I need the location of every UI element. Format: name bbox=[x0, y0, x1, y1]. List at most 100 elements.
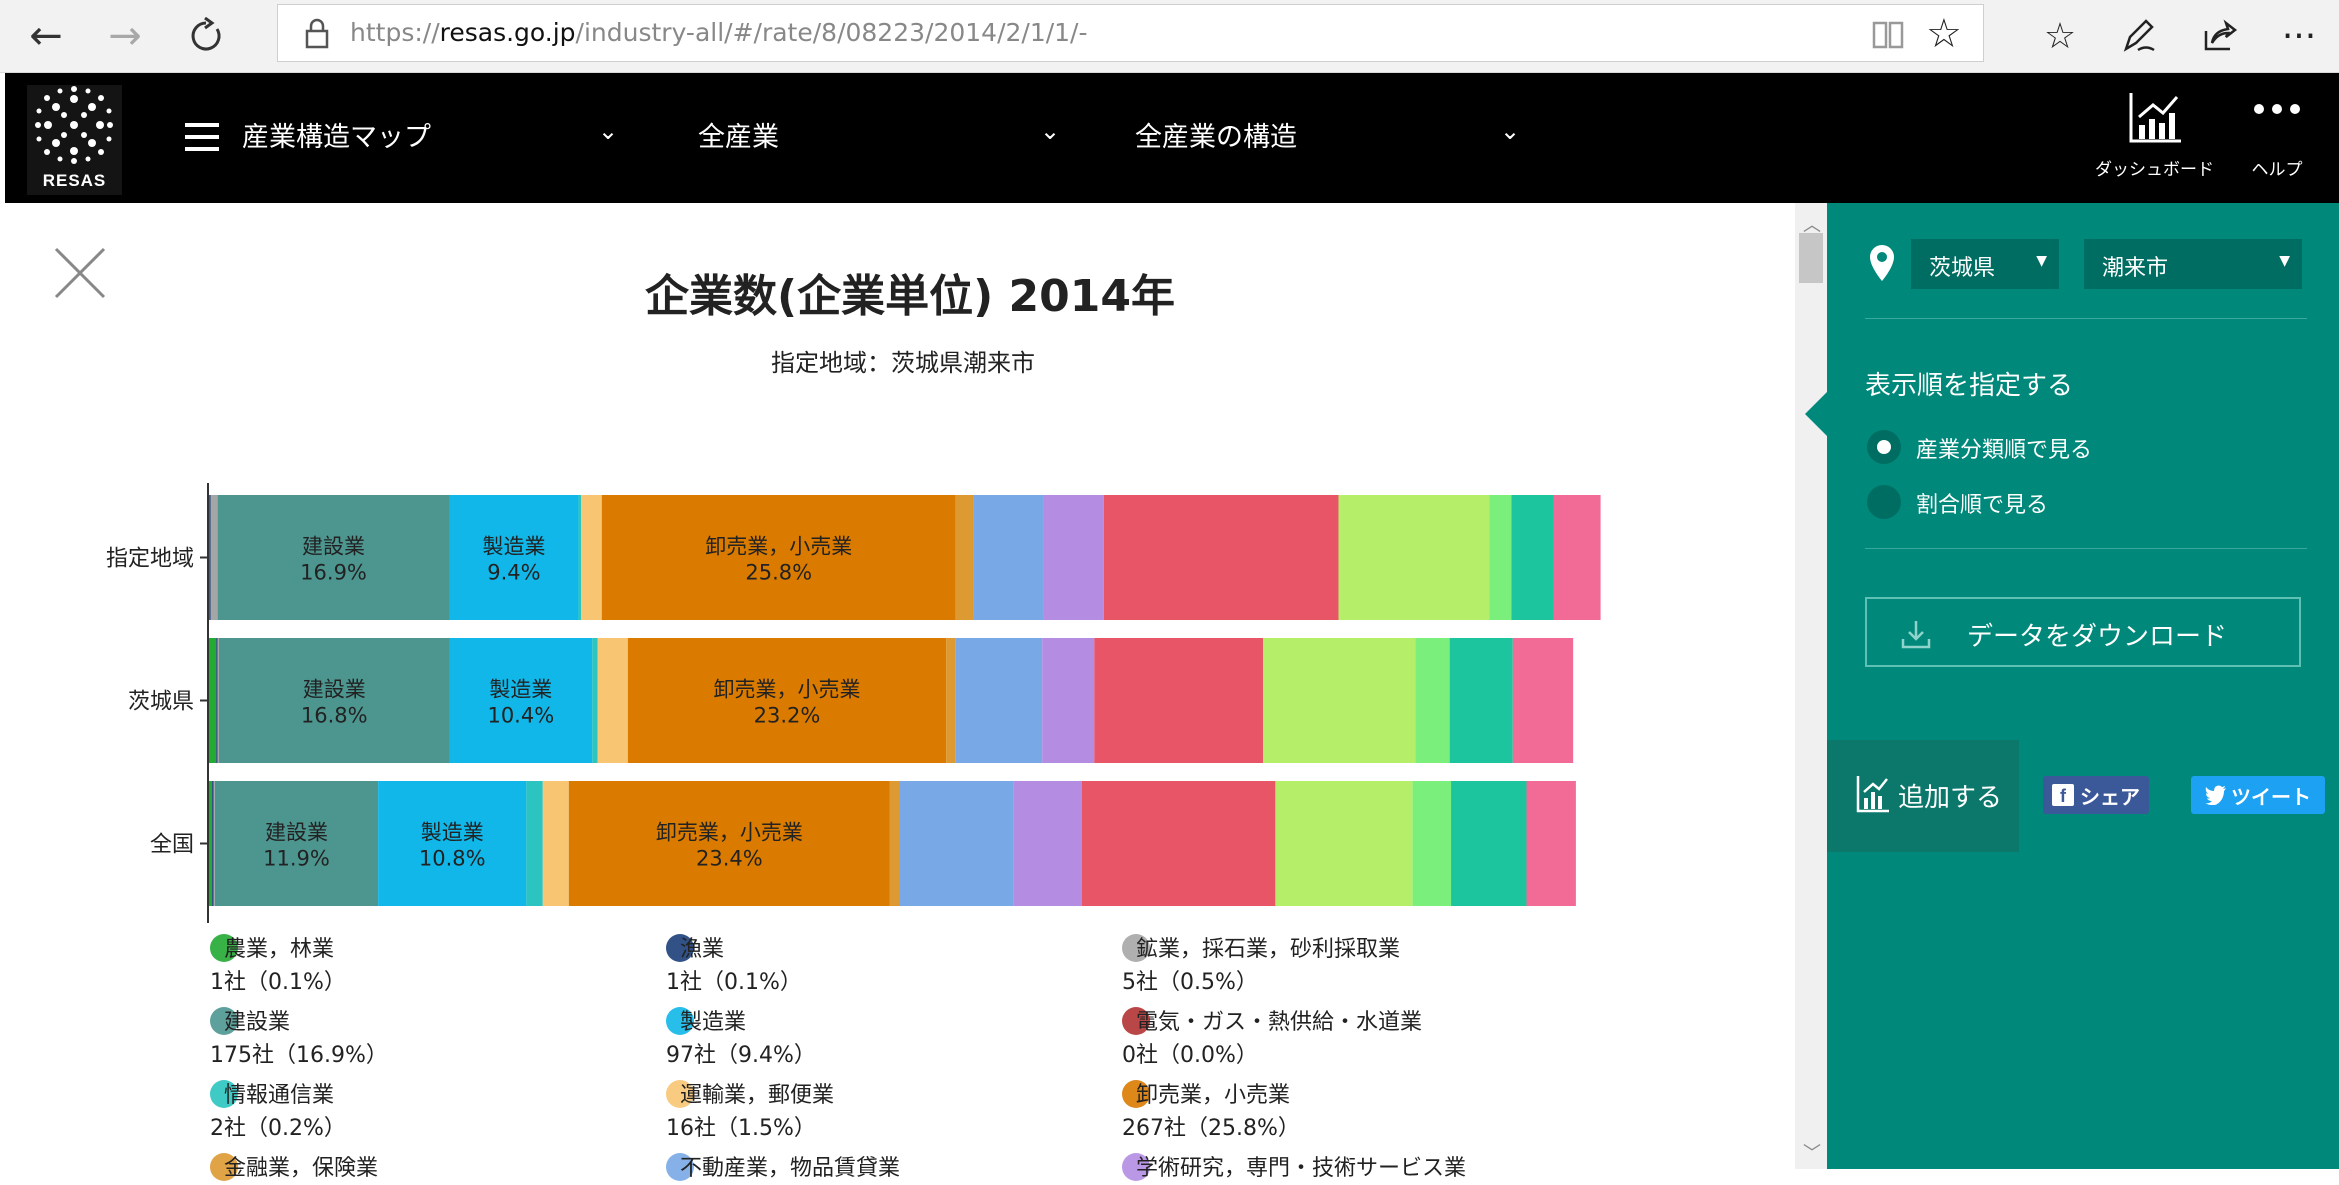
divider bbox=[1865, 548, 2307, 549]
more-icon[interactable]: ··· bbox=[2273, 10, 2325, 62]
download-button[interactable]: データをダウンロード bbox=[1865, 597, 2301, 667]
segment-value-label: 10.4% bbox=[487, 704, 554, 728]
legend-name: 卸売業，小売業 bbox=[1136, 1083, 1291, 1108]
industry-select[interactable]: 全産業 bbox=[698, 115, 779, 154]
dashboard-button[interactable]: ダッシュボード bbox=[2095, 89, 2214, 180]
prefecture-select[interactable]: 茨城県 ▼ bbox=[1911, 239, 2059, 289]
city-select[interactable]: 潮来市 ▼ bbox=[2084, 239, 2302, 289]
dashboard-label: ダッシュボード bbox=[2095, 160, 2214, 180]
panel-notch bbox=[1805, 392, 1827, 436]
refresh-icon[interactable] bbox=[178, 8, 234, 64]
segment-value-label: 16.8% bbox=[301, 704, 368, 728]
twitter-bird-icon bbox=[2205, 785, 2226, 805]
bar-segment bbox=[1013, 781, 1082, 906]
segment-name-label: 卸売業，小売業 bbox=[713, 678, 860, 702]
scroll-down-icon[interactable]: ﹀ bbox=[1803, 1139, 1821, 1165]
chevron-down-icon[interactable]: ⌄ bbox=[1500, 117, 1520, 145]
structure-select[interactable]: 全産業の構造 bbox=[1135, 115, 1297, 154]
bar-segment bbox=[1526, 781, 1576, 906]
segment-value-label: 10.8% bbox=[419, 847, 486, 871]
legend-item[interactable]: 建設業 175社（16.9%） bbox=[210, 1006, 388, 1072]
y-tick-label: 茨城県 bbox=[128, 690, 194, 715]
caret-down-icon: ▼ bbox=[2279, 253, 2290, 269]
logo-mark bbox=[35, 86, 113, 164]
resas-logo[interactable]: RESAS bbox=[27, 85, 122, 195]
facebook-share-button[interactable]: f シェア bbox=[2043, 776, 2149, 814]
legend-item[interactable]: 卸売業，小売業 267社（25.8%） bbox=[1122, 1079, 1300, 1145]
order-option-industry-label[interactable]: 産業分類順で見る bbox=[1916, 432, 2092, 464]
dashboard-add-icon bbox=[1856, 776, 1889, 813]
chart-subtitle: 指定地域：茨城県潮来市 bbox=[771, 349, 1035, 377]
dashboard-icon bbox=[2129, 93, 2181, 143]
bar-segment bbox=[1094, 638, 1264, 763]
order-radio-ratio[interactable] bbox=[1867, 485, 1901, 519]
legend-item[interactable]: 情報通信業 2社（0.2%） bbox=[210, 1079, 346, 1145]
legend-count: 1社（0.1%） bbox=[210, 970, 346, 995]
bar-segment bbox=[889, 781, 900, 906]
segment-name-label: 建設業 bbox=[265, 821, 328, 845]
main-content: 企業数(企業単位) 2014年 指定地域：茨城県潮来市 建設業 16.9% 製造業 9… bbox=[5, 203, 1795, 1181]
legend-name: 電気・ガス・熱供給・水道業 bbox=[1136, 1010, 1423, 1035]
legend-count: 5社（0.5%） bbox=[1122, 970, 1258, 995]
bar-segment bbox=[210, 495, 218, 620]
reading-view-icon[interactable] bbox=[1871, 17, 1905, 51]
download-label: データをダウンロード bbox=[1967, 622, 2228, 652]
y-tick-label: 指定地域 bbox=[106, 547, 194, 572]
legend-count: 267社（25.8%） bbox=[1122, 1116, 1300, 1141]
segment-name-label: 卸売業，小売業 bbox=[656, 821, 803, 845]
bar-segment bbox=[973, 495, 1044, 620]
forward-icon[interactable]: → bbox=[97, 8, 153, 64]
hamburger-menu-icon[interactable] bbox=[185, 123, 219, 153]
pen-icon[interactable] bbox=[2113, 10, 2165, 62]
chevron-down-icon[interactable]: ⌄ bbox=[1040, 117, 1060, 145]
legend-count: 1社（0.1%） bbox=[666, 970, 802, 995]
segment-name-label: 製造業 bbox=[489, 678, 552, 702]
address-bar[interactable]: https://resas.go.jp/industry-all/#/rate/… bbox=[277, 4, 1984, 62]
bar-segment bbox=[955, 638, 1043, 763]
help-button[interactable]: ヘルプ bbox=[2247, 89, 2307, 180]
add-to-dashboard-button[interactable]: 追加する bbox=[1827, 740, 2019, 852]
segment-value-label: 11.9% bbox=[263, 847, 330, 871]
bar-segment bbox=[1338, 495, 1490, 620]
segment-value-label: 23.2% bbox=[754, 704, 821, 728]
chevron-down-icon[interactable]: ⌄ bbox=[598, 117, 618, 145]
legend-item[interactable]: 漁業 1社（0.1%） bbox=[666, 933, 802, 999]
more-dots-icon bbox=[2254, 104, 2300, 114]
legend-name: 建設業 bbox=[224, 1010, 291, 1035]
map-category-select[interactable]: 産業構造マップ bbox=[242, 115, 431, 154]
vertical-scrollbar[interactable]: ︿ ﹀ bbox=[1795, 203, 1827, 1169]
order-radio-industry[interactable] bbox=[1867, 430, 1901, 464]
bar-segment bbox=[526, 781, 543, 906]
share-icon[interactable] bbox=[2193, 10, 2245, 62]
order-option-ratio-label[interactable]: 割合順で見る bbox=[1916, 487, 2048, 519]
legend-item[interactable]: 電気・ガス・熱供給・水道業 0社（0.0%） bbox=[1122, 1006, 1422, 1072]
legend-item[interactable]: 農業，林業 1社（0.1%） bbox=[210, 933, 346, 999]
legend-item[interactable]: 鉱業，採石業，砂利採取業 5社（0.5%） bbox=[1122, 933, 1400, 999]
bar-segment bbox=[542, 781, 569, 906]
favorite-star-icon[interactable]: ☆ bbox=[1926, 11, 1962, 57]
facebook-icon: f bbox=[2052, 784, 2074, 806]
back-icon[interactable]: ← bbox=[18, 8, 74, 64]
bar-segment bbox=[1553, 495, 1601, 620]
legend-item[interactable]: 製造業 97社（9.4%） bbox=[666, 1006, 816, 1072]
share-label: シェア bbox=[2080, 784, 2140, 809]
bar-segment bbox=[946, 638, 956, 763]
bar-segment bbox=[216, 638, 218, 763]
close-icon[interactable] bbox=[50, 243, 110, 303]
prefecture-value: 茨城県 bbox=[1929, 256, 1996, 281]
app-header: RESAS 産業構造マップ ⌄ 全産業 ⌄ 全産業の構造 ⌄ ダッシュボード ヘ… bbox=[5, 73, 2339, 203]
bar-segment bbox=[1512, 638, 1574, 763]
legend-item[interactable]: 運輸業，郵便業 16社（1.5%） bbox=[666, 1079, 834, 1145]
twitter-tweet-button[interactable]: ツイート bbox=[2191, 776, 2325, 814]
segment-value-label: 9.4% bbox=[487, 561, 540, 585]
bar-segment bbox=[597, 638, 628, 763]
bar-segment bbox=[1415, 638, 1450, 763]
bar-segment bbox=[1103, 495, 1339, 620]
stacked-bar-chart: 建設業16.9%製造業9.4%卸売業，小売業25.8%指定地域建設業16.8%製… bbox=[106, 483, 1601, 923]
favorites-list-icon[interactable]: ☆ bbox=[2034, 10, 2086, 62]
scroll-thumb[interactable] bbox=[1799, 233, 1823, 283]
order-title: 表示順を指定する bbox=[1865, 371, 2074, 401]
bar-segment bbox=[213, 781, 215, 906]
legend-name: 製造業 bbox=[680, 1010, 747, 1035]
legend-name: 運輸業，郵便業 bbox=[680, 1083, 835, 1108]
